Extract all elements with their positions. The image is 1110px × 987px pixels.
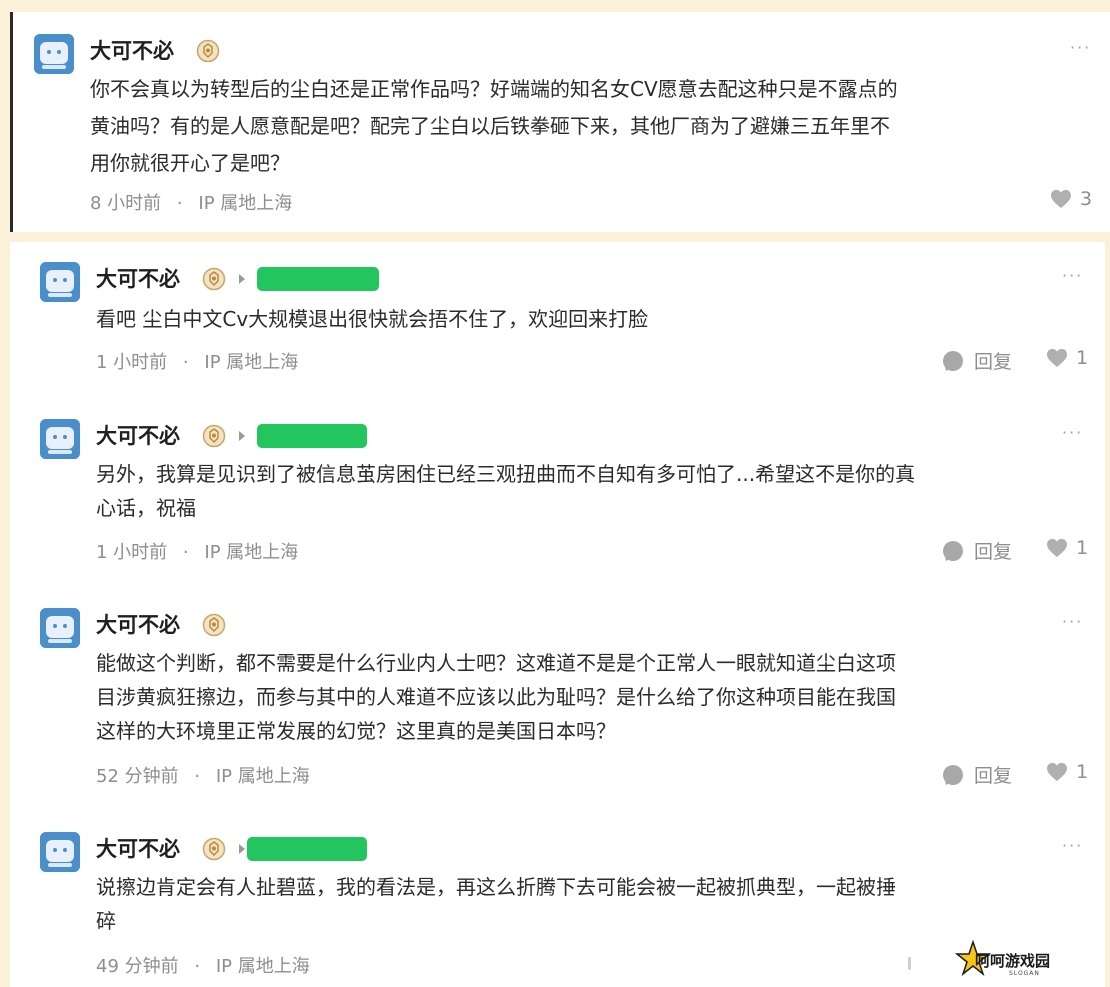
- heart-icon: [1047, 762, 1067, 782]
- meta-separator: ·: [194, 956, 201, 977]
- comment-text-line: 说擦边肯定会有人扯碧蓝，我的看法是，再这么折腾下去可能会被一起被抓典型，一起被捶: [96, 875, 896, 899]
- like-button[interactable]: 1: [1046, 347, 1088, 369]
- meta-separator: ·: [182, 542, 189, 563]
- comment-text-line: 你不会真以为转型后的尘白还是正常作品吗？好端端的知名女CV愿意去配这种只是不露点…: [90, 77, 898, 101]
- username[interactable]: 大可不必: [96, 612, 180, 638]
- comment-meta: 49 分钟前 · IP 属地上海: [96, 952, 310, 978]
- avatar-image-icon: [40, 419, 80, 459]
- reply-button[interactable]: 回复: [942, 347, 1012, 374]
- like-count: 1: [1076, 537, 1089, 559]
- more-options-icon[interactable]: ···: [1070, 38, 1091, 57]
- level-badge-icon: [202, 613, 226, 637]
- replies-card: 大可不必 ··· 看吧 尘白中文Cv大规模退出很快就会捂不住了，欢迎回来打脸 1…: [10, 242, 1105, 987]
- reply-button[interactable]: 回复: [942, 761, 1012, 788]
- level-badge-icon: [196, 39, 220, 63]
- highlight-left-bar: [10, 12, 13, 232]
- comment-meta: 8 小时前 · IP 属地上海: [90, 189, 292, 215]
- level-badge-icon: [202, 267, 226, 291]
- heart-icon: [1047, 538, 1067, 558]
- timestamp: 1 小时前: [96, 542, 168, 563]
- reply-arrow-icon: [239, 844, 245, 854]
- heart-icon: [1047, 348, 1067, 368]
- top-comment-card: 大可不必 ··· 你不会真以为转型后的尘白还是正常作品吗？好端端的知名女CV愿意…: [10, 12, 1110, 232]
- avatar-image-icon: [40, 608, 80, 648]
- level-badge-icon: [202, 837, 226, 861]
- username[interactable]: 大可不必: [96, 266, 180, 292]
- comment-bubble-icon: [943, 540, 963, 561]
- reply-label: 回复: [974, 765, 1013, 787]
- more-options-icon[interactable]: ···: [1062, 266, 1083, 285]
- ip-location: IP 属地上海: [204, 542, 299, 563]
- username[interactable]: 大可不必: [90, 38, 174, 64]
- meta-separator: ·: [182, 352, 189, 373]
- heart-icon: [1051, 189, 1071, 209]
- avatar[interactable]: [40, 419, 80, 459]
- comment-text-line: 心话，祝福: [96, 496, 196, 520]
- comment-meta: 52 分钟前 · IP 属地上海: [96, 762, 310, 788]
- comment-text-line: 黄油吗？有的是人愿意配是吧？配完了尘白以后铁拳砸下来，其他厂商为了避嫌三五年里不: [90, 114, 890, 138]
- comment-text-line: 能做这个判断，都不需要是什么行业内人士吧？这难道不是是个正常人一眼就知道尘白这项: [96, 651, 896, 675]
- like-button[interactable]: 1: [1046, 761, 1088, 783]
- avatar[interactable]: [34, 34, 74, 74]
- comment-meta: 1 小时前 · IP 属地上海: [96, 538, 298, 564]
- more-options-icon[interactable]: ···: [1062, 612, 1083, 631]
- partial-icon-edge: [908, 957, 911, 970]
- redacted-reply-target: [247, 837, 367, 861]
- avatar[interactable]: [40, 832, 80, 872]
- comment-bubble-icon: [943, 764, 963, 785]
- avatar[interactable]: [40, 262, 80, 302]
- comment-bubble-icon: [943, 350, 963, 371]
- like-button[interactable]: 3: [1050, 188, 1092, 210]
- meta-separator: ·: [194, 766, 201, 787]
- watermark-title: 呵呵游戏园: [975, 952, 1051, 970]
- comment-meta: 1 小时前 · IP 属地上海: [96, 348, 298, 374]
- reply-label: 回复: [974, 541, 1013, 563]
- like-count: 3: [1080, 188, 1093, 210]
- avatar-image-icon: [40, 262, 80, 302]
- watermark-subtitle: SLOGAN: [1009, 970, 1040, 977]
- comment-text-line: 这样的大环境里正常发展的幻觉？这里真的是美国日本吗？: [96, 719, 616, 743]
- avatar-image-icon: [34, 34, 74, 74]
- comment-text-line: 另外，我算是见识到了被信息茧房困住已经三观扭曲而不自知有多可怕了...希望这不是…: [96, 462, 916, 486]
- like-button[interactable]: 1: [1046, 537, 1088, 559]
- avatar-image-icon: [40, 832, 80, 872]
- like-count: 1: [1076, 347, 1089, 369]
- reply-arrow-icon: [239, 431, 245, 441]
- comment-text-line: 目涉黄疯狂擦边，而参与其中的人难道不应该以此为耻吗？是什么给了你这种项目能在我国: [96, 685, 896, 709]
- ip-location: IP 属地上海: [204, 352, 299, 373]
- username[interactable]: 大可不必: [96, 836, 180, 862]
- comment-text-line: 碎: [96, 909, 116, 933]
- redacted-reply-target: [257, 424, 367, 448]
- timestamp: 1 小时前: [96, 352, 168, 373]
- reply-button[interactable]: 回复: [942, 537, 1012, 564]
- avatar[interactable]: [40, 608, 80, 648]
- comment-text-line: 用你就很开心了是吧？: [90, 151, 290, 175]
- timestamp: 8 小时前: [90, 193, 162, 214]
- level-badge-icon: [202, 424, 226, 448]
- more-options-icon[interactable]: ···: [1062, 836, 1083, 855]
- more-options-icon[interactable]: ···: [1062, 423, 1083, 442]
- timestamp: 52 分钟前: [96, 766, 179, 787]
- username[interactable]: 大可不必: [96, 423, 180, 449]
- timestamp: 49 分钟前: [96, 956, 179, 977]
- reply-arrow-icon: [239, 274, 245, 284]
- meta-separator: ·: [176, 193, 183, 214]
- comment-text-line: 看吧 尘白中文Cv大规模退出很快就会捂不住了，欢迎回来打脸: [96, 307, 649, 331]
- site-watermark-logo: 呵呵游戏园 SLOGAN: [955, 940, 1065, 980]
- redacted-reply-target: [257, 267, 379, 291]
- like-count: 1: [1076, 761, 1089, 783]
- ip-location: IP 属地上海: [215, 956, 310, 977]
- reply-label: 回复: [974, 351, 1013, 373]
- ip-location: IP 属地上海: [215, 766, 310, 787]
- ip-location: IP 属地上海: [198, 193, 293, 214]
